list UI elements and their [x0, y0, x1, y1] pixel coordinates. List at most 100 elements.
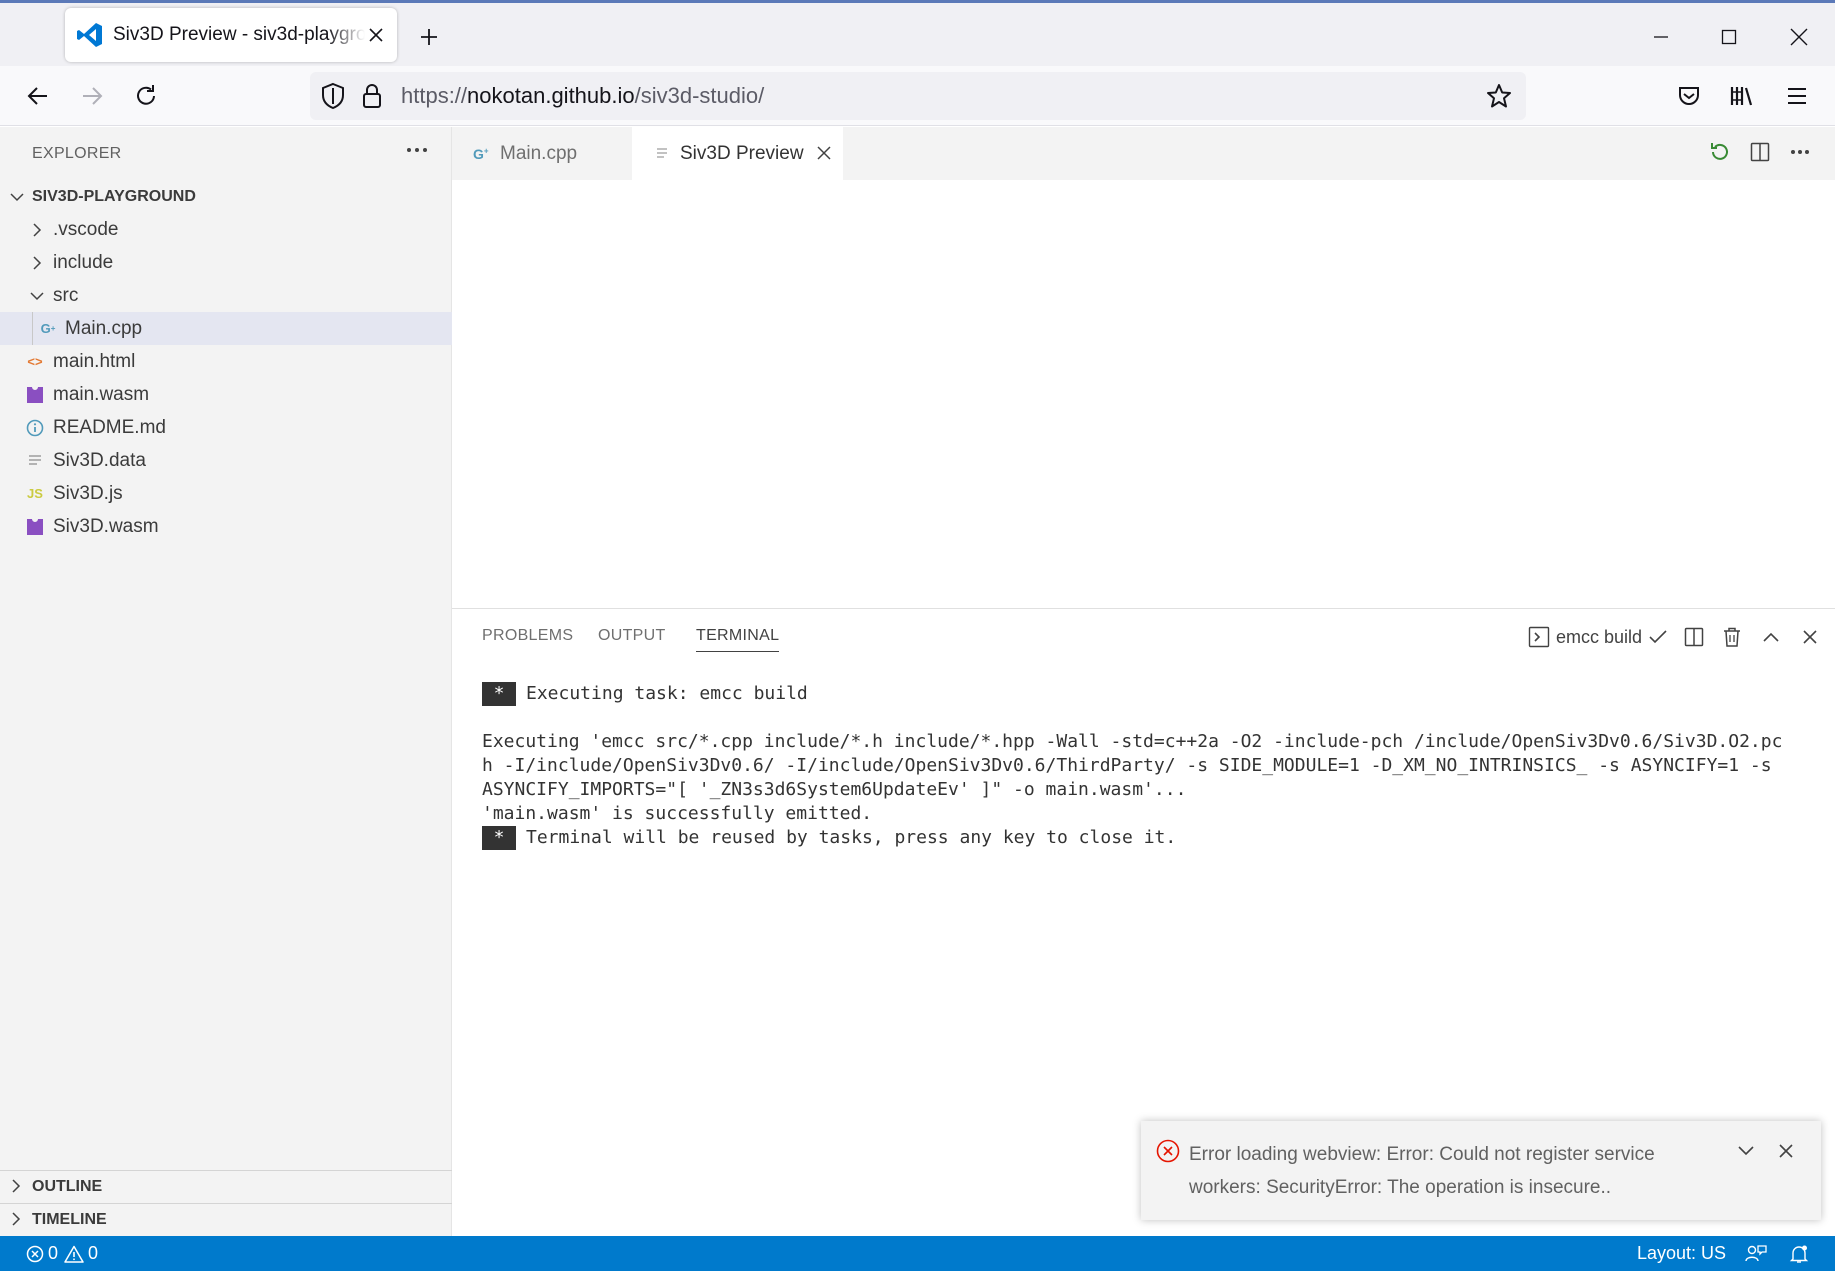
text-file-icon [26, 452, 44, 470]
explorer-sidebar: EXPLORER SIV3D-PLAYGROUND .vscode includ… [0, 127, 452, 1236]
url-bar[interactable]: https://nokotan.github.io/siv3d-studio/ [310, 72, 1526, 120]
terminal-line: 'main.wasm' is successfully emitted. [482, 803, 873, 824]
tree-item-label: Siv3D.data [53, 449, 146, 471]
feedback-icon[interactable] [1745, 1236, 1767, 1271]
browser-tabstrip: Siv3D Preview - siv3d-playground [0, 0, 1835, 66]
menu-icon[interactable] [1779, 78, 1815, 114]
tree-item-vscode[interactable]: .vscode [0, 213, 452, 246]
terminal-line: ASYNCIFY_IMPORTS="[ '_ZN3s3d6System6Upda… [482, 779, 1187, 800]
chevron-right-icon [29, 255, 45, 271]
terminal-icon [1528, 626, 1550, 648]
problems-status[interactable]: 0 0 [26, 1236, 98, 1271]
error-status-icon [26, 1245, 44, 1263]
close-icon[interactable] [365, 24, 387, 46]
more-actions-icon[interactable] [1785, 137, 1815, 167]
maximize-icon[interactable] [1709, 17, 1749, 57]
new-tab-button[interactable] [413, 21, 445, 53]
error-count: 0 [48, 1243, 59, 1263]
reload-icon[interactable] [128, 78, 164, 114]
task-marker: * [482, 826, 516, 850]
tree-root-folder[interactable]: SIV3D-PLAYGROUND [0, 180, 452, 213]
trash-icon[interactable] [1719, 624, 1745, 650]
close-icon[interactable] [1797, 624, 1823, 650]
tree-item-src[interactable]: src [0, 279, 452, 312]
chevron-down-icon [29, 288, 45, 304]
tree-item-label: include [53, 251, 114, 273]
back-arrow-icon[interactable] [20, 78, 56, 114]
refresh-icon[interactable] [1705, 137, 1735, 167]
outline-section[interactable]: OUTLINE [0, 1170, 452, 1203]
explorer-title: EXPLORER [32, 145, 122, 162]
tree-item-main-html[interactable]: <> main.html [0, 345, 452, 378]
wasm-file-icon [26, 386, 44, 404]
tree-item-label: Siv3D.wasm [53, 515, 159, 537]
info-icon [26, 419, 44, 437]
browser-navbar: https://nokotan.github.io/siv3d-studio/ [0, 66, 1835, 126]
browser-tab[interactable]: Siv3D Preview - siv3d-playground [65, 8, 397, 62]
tree-item-main-wasm[interactable]: main.wasm [0, 378, 452, 411]
more-actions-icon[interactable] [404, 137, 430, 163]
tab-main-cpp[interactable]: G+ Main.cpp [452, 127, 632, 180]
vscode-logo-icon [77, 22, 103, 48]
notification-message: Error loading webview: Error: Could not … [1189, 1144, 1655, 1198]
library-icon[interactable] [1724, 78, 1760, 114]
tree-item-label: README.md [53, 416, 166, 438]
wasm-file-icon [26, 518, 44, 536]
tab-problems[interactable]: PROBLEMS [482, 627, 573, 645]
chevron-down-icon [9, 189, 25, 205]
terminal-name: emcc build [1556, 626, 1643, 647]
terminal-line: Executing 'emcc src/*.cpp include/*.h in… [482, 731, 1783, 752]
tab-label: Siv3D Preview [680, 142, 804, 164]
tree-item-label: Siv3D.js [53, 482, 123, 504]
tab-label: Main.cpp [500, 142, 578, 164]
tree-item-label: .vscode [53, 218, 119, 240]
split-editor-icon[interactable] [1745, 137, 1775, 167]
star-bookmark-icon[interactable] [1486, 83, 1512, 109]
chevron-right-icon [29, 222, 45, 238]
close-icon[interactable] [816, 145, 832, 161]
chevron-up-icon[interactable] [1758, 624, 1784, 650]
tree-item-siv3d-data[interactable]: Siv3D.data [0, 444, 452, 477]
tree-item-readme[interactable]: README.md [0, 411, 452, 444]
tab-output[interactable]: OUTPUT [598, 627, 666, 645]
tree-item-main-cpp[interactable]: G + Main.cpp [0, 312, 452, 345]
root-folder-label: SIV3D-PLAYGROUND [32, 187, 196, 205]
tree-item-label: Main.cpp [65, 317, 143, 339]
cpp-file-icon: G+ [40, 321, 56, 336]
keyboard-layout[interactable]: Layout: US [1637, 1236, 1726, 1271]
preview-file-icon [656, 147, 668, 161]
timeline-label: TIMELINE [32, 1211, 107, 1228]
layout-label: Layout: US [1637, 1243, 1727, 1263]
lock-icon[interactable] [362, 83, 382, 109]
tree-item-siv3d-wasm[interactable]: Siv3D.wasm [0, 510, 452, 543]
close-icon[interactable] [1778, 1143, 1794, 1159]
pocket-icon[interactable] [1671, 78, 1707, 114]
outline-label: OUTLINE [32, 1178, 103, 1195]
chevron-down-icon[interactable] [1737, 1145, 1755, 1157]
timeline-section[interactable]: TIMELINE [0, 1203, 452, 1236]
terminal-line: * Terminal will be reused by tasks, press… [482, 826, 1176, 850]
tree-item-label: main.html [53, 350, 136, 372]
terminal-line: h -I/include/OpenSiv3Dv0.6/ -I/include/O… [482, 755, 1772, 776]
split-terminal-icon[interactable] [1681, 624, 1707, 650]
error-notification: Error loading webview: Error: Could not … [1141, 1121, 1821, 1220]
chevron-right-icon [9, 1179, 23, 1193]
tree-item-siv3d-js[interactable]: JS Siv3D.js [0, 477, 452, 510]
tab-siv3d-preview[interactable]: Siv3D Preview [632, 127, 843, 180]
js-file-icon: JS [27, 486, 43, 501]
html-file-icon: <> [27, 354, 43, 369]
tree-item-include[interactable]: include [0, 246, 452, 279]
chevron-right-icon [9, 1212, 23, 1226]
tab-terminal[interactable]: TERMINAL [696, 627, 780, 652]
minimize-icon[interactable] [1641, 17, 1681, 57]
task-marker: * [482, 682, 516, 706]
terminal-line: * Executing task: emcc build [482, 682, 808, 706]
bell-icon[interactable] [1789, 1236, 1809, 1271]
preview-webview[interactable] [452, 180, 1835, 609]
cpp-file-icon: G+ [473, 145, 489, 162]
warning-icon [64, 1245, 84, 1263]
forward-arrow-icon[interactable] [74, 78, 110, 114]
shield-icon[interactable] [320, 82, 346, 110]
window-close-icon[interactable] [1779, 17, 1819, 57]
terminal-selector[interactable]: emcc build [1528, 624, 1668, 650]
